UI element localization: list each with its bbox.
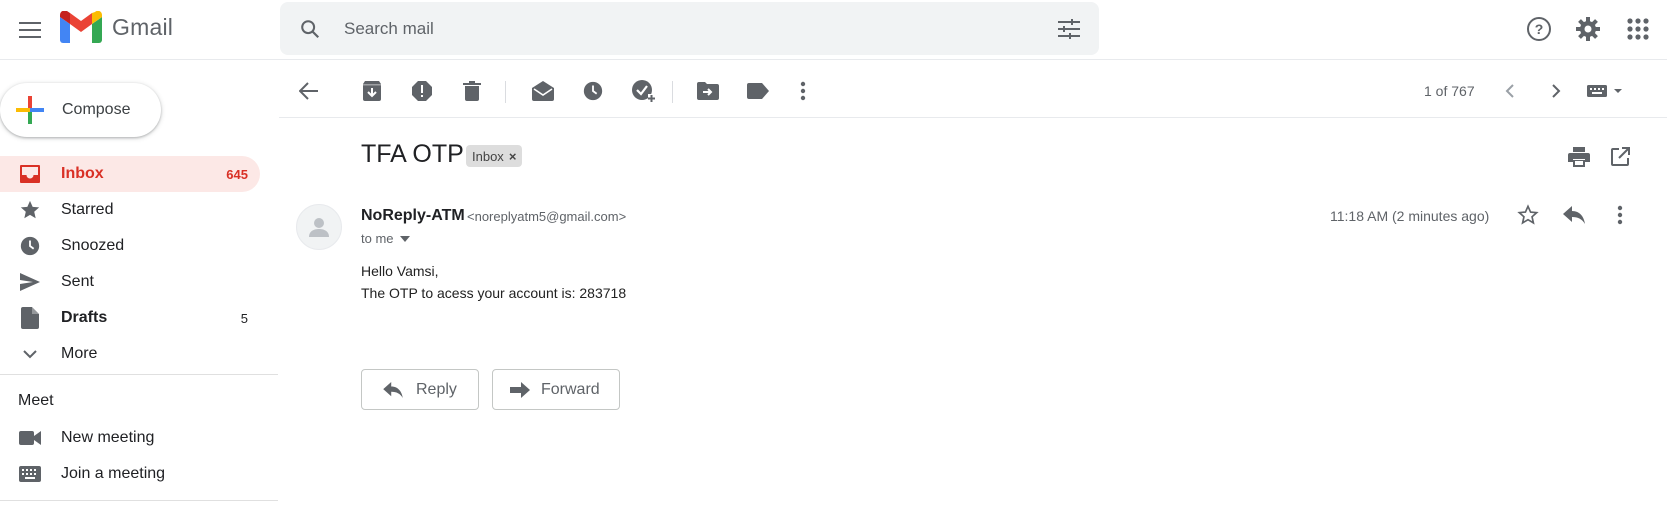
sidebar-item-label: New meeting — [61, 429, 155, 446]
sender-avatar — [296, 204, 342, 250]
add-to-tasks-icon[interactable] — [628, 76, 658, 106]
sidebar-item-label: Inbox — [61, 165, 104, 182]
draft-file-icon — [18, 306, 42, 330]
compose-button[interactable]: Compose — [0, 83, 161, 137]
older-chevron-right-icon[interactable] — [1541, 76, 1571, 106]
reply-icon — [382, 379, 404, 401]
sidebar-item-starred[interactable]: Starred — [0, 192, 260, 228]
meet-nav: New meeting Join a meeting — [0, 420, 262, 492]
gmail-logo-text: Gmail — [112, 13, 174, 40]
settings-gear-icon[interactable] — [1572, 13, 1604, 45]
message-timestamp: 11:18 AM (2 minutes ago) — [1330, 208, 1490, 224]
toolbar-divider — [505, 81, 506, 103]
sidebar-item-label: Sent — [61, 273, 94, 290]
reply-button[interactable]: Reply — [361, 369, 479, 410]
gmail-m-icon — [60, 11, 102, 43]
message-toolbar: 1 of 767 — [279, 62, 1667, 118]
back-arrow-icon[interactable] — [294, 76, 324, 106]
sidebar-divider — [0, 374, 278, 375]
sidebar-item-snoozed[interactable]: Snoozed — [0, 228, 260, 264]
recipient-text: to me — [361, 231, 394, 246]
print-icon[interactable] — [1564, 142, 1594, 172]
sidebar-item-label: Join a meeting — [61, 465, 166, 482]
report-spam-icon[interactable] — [407, 76, 437, 106]
caret-down-icon — [399, 235, 410, 242]
help-icon[interactable]: ? — [1523, 13, 1555, 45]
delete-trash-icon[interactable] — [457, 76, 487, 106]
reply-label: Reply — [416, 380, 457, 398]
more-vertical-icon[interactable] — [788, 76, 818, 106]
forward-label: Forward — [541, 380, 600, 398]
archive-icon[interactable] — [357, 76, 387, 106]
search-input[interactable] — [344, 18, 1024, 39]
sidebar-item-inbox[interactable]: Inbox 645 — [0, 156, 260, 192]
newer-chevron-left-icon[interactable] — [1495, 76, 1525, 106]
label-tag-icon[interactable] — [743, 76, 773, 106]
remove-label-button[interactable]: × — [509, 149, 517, 164]
meet-section-title: Meet — [18, 392, 54, 409]
star-outline-icon[interactable] — [1513, 200, 1543, 230]
sidebar-item-label: Starred — [61, 201, 114, 218]
sidebar-divider — [0, 500, 278, 501]
unread-count: 645 — [226, 166, 248, 182]
inbox-label-chip: Inbox × — [466, 145, 523, 167]
send-icon — [18, 270, 42, 294]
star-icon — [18, 198, 42, 222]
sender-email: <noreplyatm5@gmail.com> — [467, 209, 627, 224]
clock-icon — [18, 234, 42, 258]
inbox-icon — [18, 162, 42, 186]
video-camera-icon — [18, 426, 42, 450]
pagination-text: 1 of 767 — [1424, 83, 1475, 99]
open-in-new-window-icon[interactable] — [1605, 142, 1635, 172]
snooze-clock-icon[interactable] — [578, 76, 608, 106]
sidebar-item-more[interactable]: More — [0, 336, 260, 372]
recipient-details-toggle[interactable]: to me — [361, 231, 410, 246]
main-menu-button[interactable] — [14, 14, 46, 46]
sidebar-item-sent[interactable]: Sent — [0, 264, 260, 300]
message-body-greeting: Hello Vamsi, — [361, 263, 439, 279]
compose-label: Compose — [62, 101, 131, 118]
hamburger-icon — [19, 22, 41, 38]
sidebar-nav: Inbox 645 Starred Snoozed Sent Drafts 5 … — [0, 156, 262, 372]
apps-grid-icon[interactable] — [1622, 13, 1654, 45]
sidebar-item-join-meeting[interactable]: Join a meeting — [0, 456, 260, 492]
forward-button[interactable]: Forward — [492, 369, 620, 410]
plus-icon — [16, 96, 44, 124]
search-options-icon[interactable] — [1055, 15, 1083, 43]
drafts-count: 5 — [240, 310, 248, 326]
sender-name[interactable]: NoReply-ATM — [361, 207, 465, 225]
search-icon[interactable] — [296, 15, 324, 43]
svg-text:?: ? — [1535, 21, 1544, 37]
sidebar-item-label: Snoozed — [61, 237, 125, 254]
reply-arrow-icon[interactable] — [1559, 200, 1589, 230]
message-body-text: The OTP to acess your account is: 283718 — [361, 285, 627, 301]
toolbar-divider — [672, 81, 673, 103]
keyboard-icon — [18, 462, 42, 486]
input-tools-keyboard-icon[interactable] — [1585, 76, 1629, 106]
email-subject: TFA OTP — [361, 140, 464, 168]
top-header: Gmail ? — [0, 0, 1667, 60]
sidebar-item-label: Drafts — [61, 309, 108, 326]
label-chip-text: Inbox — [472, 148, 504, 164]
move-to-folder-icon[interactable] — [693, 76, 723, 106]
message-more-vertical-icon[interactable] — [1605, 200, 1635, 230]
sidebar-item-new-meeting[interactable]: New meeting — [0, 420, 260, 456]
chevron-down-icon — [18, 342, 42, 366]
sidebar-item-drafts[interactable]: Drafts 5 — [0, 300, 260, 336]
person-icon — [309, 218, 329, 237]
sidebar-item-label: More — [61, 345, 98, 362]
search-bar — [280, 2, 1099, 55]
mark-unread-icon[interactable] — [528, 76, 558, 106]
gmail-logo[interactable]: Gmail — [60, 11, 173, 43]
forward-icon — [509, 379, 531, 401]
